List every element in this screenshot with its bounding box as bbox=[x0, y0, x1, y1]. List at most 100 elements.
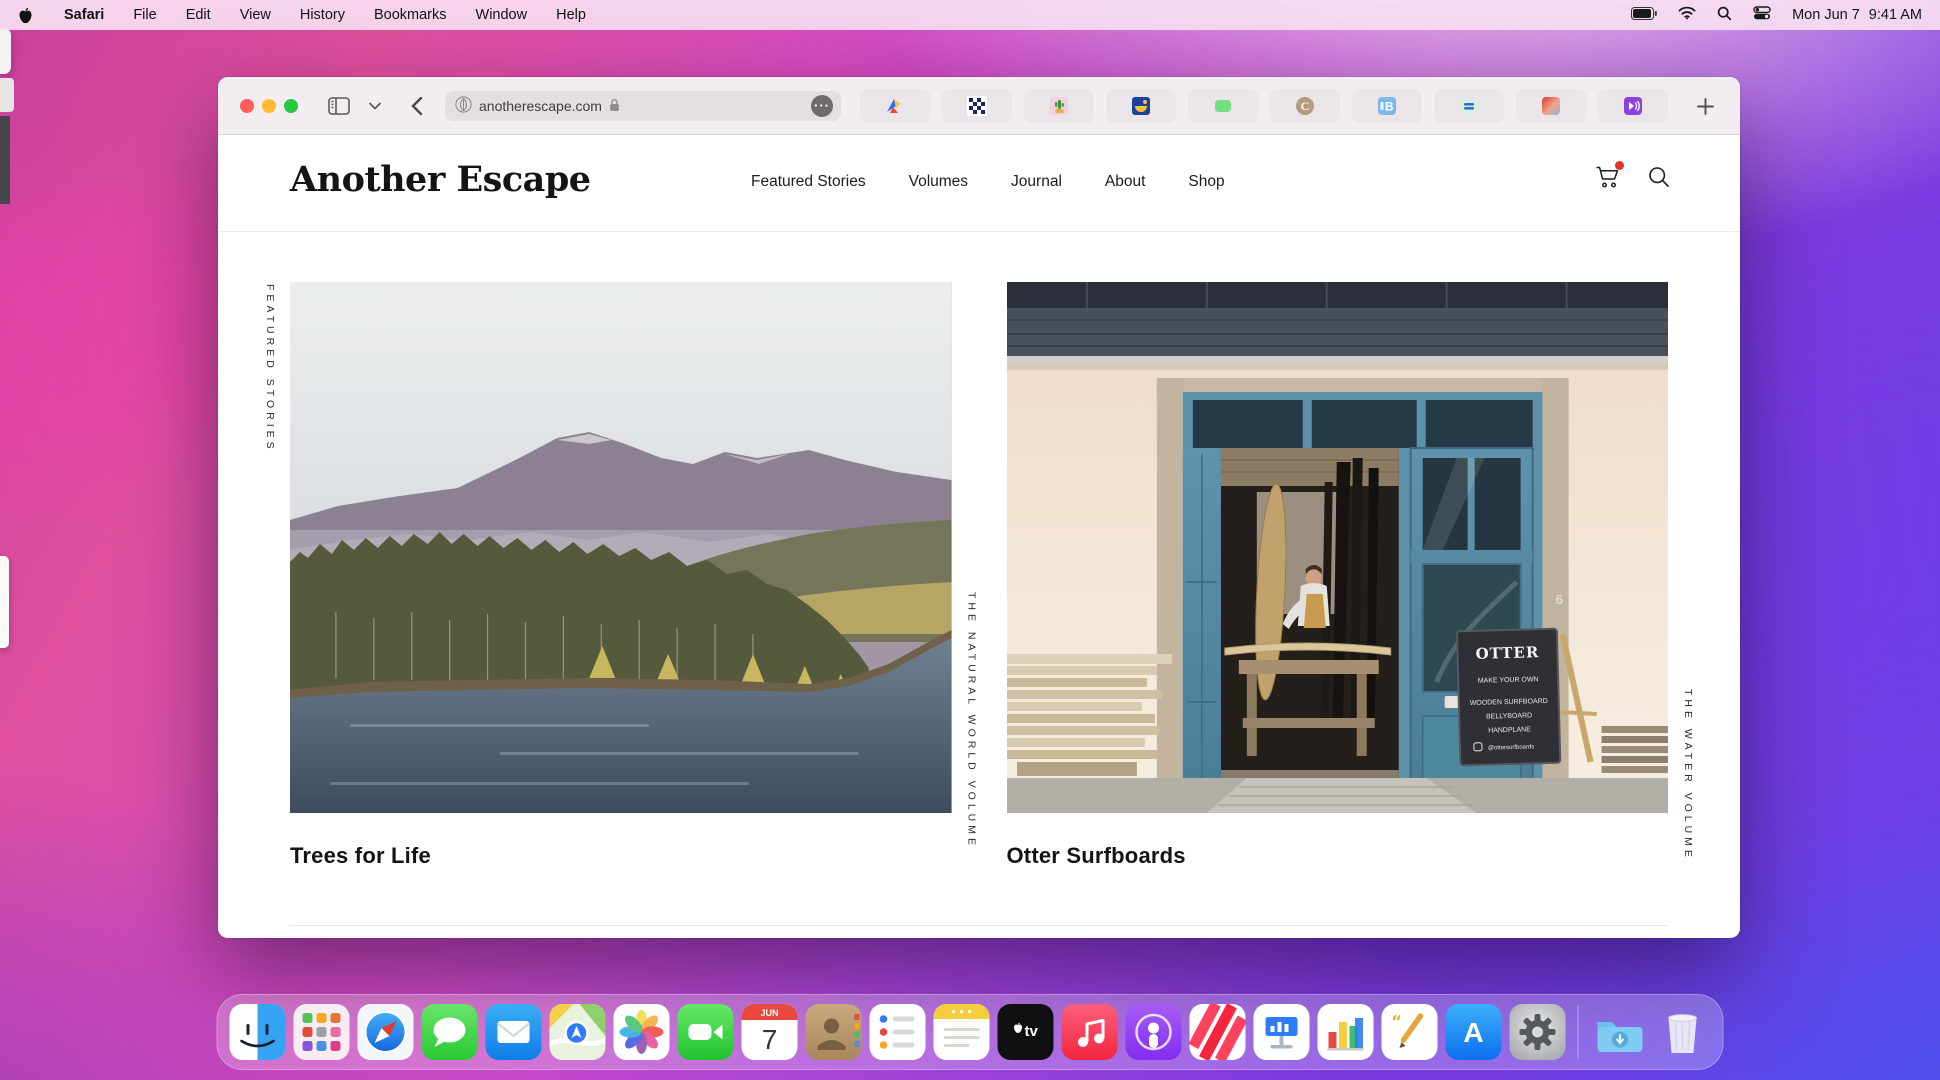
door-number: 6 bbox=[1555, 592, 1562, 607]
cart-icon[interactable] bbox=[1595, 165, 1621, 194]
cart-badge bbox=[1615, 161, 1624, 170]
dock-finder[interactable] bbox=[230, 1004, 286, 1060]
more-options-icon[interactable]: ··· bbox=[811, 95, 833, 117]
green-favicon[interactable] bbox=[1188, 89, 1258, 123]
dock-tv[interactable]: tv bbox=[998, 1004, 1054, 1060]
dock-photos[interactable] bbox=[614, 1004, 670, 1060]
menu-item-bookmarks[interactable]: Bookmarks bbox=[374, 7, 447, 23]
address-bar[interactable]: anotherescape.com ··· bbox=[445, 91, 841, 121]
dock-notes[interactable] bbox=[934, 1004, 990, 1060]
bowl-favicon[interactable] bbox=[1106, 89, 1176, 123]
svg-text:HANDPLANE: HANDPLANE bbox=[1488, 726, 1531, 734]
menu-item-history[interactable]: History bbox=[300, 7, 345, 23]
back-icon[interactable] bbox=[404, 91, 430, 121]
browser-toolbar: anotherescape.com ··· bbox=[218, 77, 1740, 135]
origami-bird-favicon[interactable] bbox=[860, 89, 930, 123]
menu-item-help[interactable]: Help bbox=[556, 7, 586, 23]
background-window-scrollbar bbox=[0, 556, 9, 648]
new-tab-icon[interactable] bbox=[1690, 91, 1720, 121]
featured-card-otter-surfboards: THE WATER VOLUME bbox=[1007, 282, 1669, 869]
minimize-button[interactable] bbox=[262, 99, 276, 113]
svg-text:tv: tv bbox=[1025, 1023, 1039, 1040]
web-page: Another Escape Featured Stories Volumes … bbox=[218, 135, 1740, 937]
spotlight-search-icon[interactable] bbox=[1717, 6, 1732, 25]
trees-for-life-photo[interactable] bbox=[290, 282, 952, 813]
dock-app-store[interactable]: A bbox=[1446, 1004, 1502, 1060]
featured-card-trees-for-life: FEATURED STORIES THE NATURAL WORLD VOLUM… bbox=[290, 282, 952, 869]
natural-world-volume-label: THE NATURAL WORLD VOLUME bbox=[966, 592, 978, 849]
menu-bar-clock[interactable]: Mon Jun 7 9:41 AM bbox=[1792, 7, 1922, 23]
cactus-favicon[interactable] bbox=[1024, 89, 1094, 123]
dock-keynote[interactable] bbox=[1254, 1004, 1310, 1060]
nav-featured-stories[interactable]: Featured Stories bbox=[751, 173, 866, 191]
address-url: anotherescape.com bbox=[479, 98, 602, 114]
media-favicon[interactable] bbox=[1598, 89, 1668, 123]
dock-divider bbox=[1578, 1005, 1579, 1059]
search-icon[interactable] bbox=[1648, 166, 1670, 193]
checkerboard-favicon[interactable] bbox=[942, 89, 1012, 123]
dock-news[interactable] bbox=[1190, 1004, 1246, 1060]
site-logo[interactable]: Another Escape bbox=[290, 159, 591, 200]
svg-text:BELLYBOARD: BELLYBOARD bbox=[1486, 712, 1532, 720]
dock-system-preferences[interactable] bbox=[1510, 1004, 1566, 1060]
nav-journal[interactable]: Journal bbox=[1011, 173, 1062, 191]
svg-text:JUN: JUN bbox=[760, 1008, 778, 1018]
desktop: Safari File Edit View History Bookmarks … bbox=[0, 0, 1940, 1080]
dock-maps[interactable] bbox=[550, 1004, 606, 1060]
dock-podcasts[interactable] bbox=[1126, 1004, 1182, 1060]
sidebar-icon[interactable] bbox=[324, 91, 354, 121]
otter-surfboards-photo[interactable]: 6 OTTER MAKE YOUR OWN WOODEN SURFBOARD B… bbox=[1007, 282, 1669, 813]
wifi-icon[interactable] bbox=[1678, 6, 1696, 24]
dock-downloads-folder[interactable] bbox=[1591, 1004, 1647, 1060]
nav-about[interactable]: About bbox=[1105, 173, 1146, 191]
close-button[interactable] bbox=[240, 99, 254, 113]
favorites-bar: C B bbox=[860, 89, 1668, 123]
dock-trash[interactable] bbox=[1655, 1004, 1711, 1060]
chevron-down-icon[interactable] bbox=[364, 91, 386, 121]
svg-text:OTTER: OTTER bbox=[1475, 643, 1539, 663]
battery-icon[interactable] bbox=[1631, 7, 1657, 24]
svg-text:7: 7 bbox=[762, 1024, 778, 1055]
menu-item-edit[interactable]: Edit bbox=[186, 7, 211, 23]
dock-reminders[interactable] bbox=[870, 1004, 926, 1060]
background-window-sliver bbox=[0, 78, 14, 112]
section-divider bbox=[290, 925, 1668, 926]
dock-pages[interactable]: “ bbox=[1382, 1004, 1438, 1060]
background-window-sliver bbox=[0, 116, 10, 204]
menu-item-view[interactable]: View bbox=[240, 7, 271, 23]
menu-item-safari[interactable]: Safari bbox=[64, 7, 104, 23]
lock-icon bbox=[609, 98, 620, 115]
dock-numbers[interactable] bbox=[1318, 1004, 1374, 1060]
dock-music[interactable] bbox=[1062, 1004, 1118, 1060]
clock-date: Mon Jun 7 bbox=[1792, 7, 1860, 23]
menu-item-file[interactable]: File bbox=[133, 7, 156, 23]
nav-shop[interactable]: Shop bbox=[1188, 173, 1224, 191]
site-nav: Featured Stories Volumes Journal About S… bbox=[751, 173, 1225, 191]
dock-contacts[interactable] bbox=[806, 1004, 862, 1060]
control-center-icon[interactable] bbox=[1753, 6, 1771, 24]
b-favicon[interactable]: B bbox=[1352, 89, 1422, 123]
apple-menu-icon[interactable] bbox=[18, 7, 33, 24]
svg-text:A: A bbox=[1463, 1017, 1483, 1048]
zoom-button[interactable] bbox=[284, 99, 298, 113]
svg-text:@ottersurfboards: @ottersurfboards bbox=[1487, 744, 1533, 751]
menu-bar: Safari File Edit View History Bookmarks … bbox=[0, 0, 1940, 30]
menu-item-window[interactable]: Window bbox=[476, 7, 528, 23]
card-title-trees-for-life[interactable]: Trees for Life bbox=[290, 843, 952, 869]
dock-launchpad[interactable] bbox=[294, 1004, 350, 1060]
dock-facetime[interactable] bbox=[678, 1004, 734, 1060]
site-header: Another Escape Featured Stories Volumes … bbox=[218, 135, 1740, 232]
dock-messages[interactable] bbox=[422, 1004, 478, 1060]
c-favicon[interactable]: C bbox=[1270, 89, 1340, 123]
dock-safari[interactable] bbox=[358, 1004, 414, 1060]
dock-calendar[interactable]: JUN 7 bbox=[742, 1004, 798, 1060]
water-volume-label: THE WATER VOLUME bbox=[1682, 689, 1694, 861]
svg-text:B: B bbox=[1385, 100, 1394, 114]
background-window-sliver bbox=[0, 28, 11, 74]
nav-volumes[interactable]: Volumes bbox=[909, 173, 968, 191]
clock-time: 9:41 AM bbox=[1869, 7, 1922, 23]
dock-mail[interactable] bbox=[486, 1004, 542, 1060]
gradient-favicon[interactable] bbox=[1516, 89, 1586, 123]
equals-favicon[interactable] bbox=[1434, 89, 1504, 123]
card-title-otter-surfboards[interactable]: Otter Surfboards bbox=[1007, 843, 1669, 869]
